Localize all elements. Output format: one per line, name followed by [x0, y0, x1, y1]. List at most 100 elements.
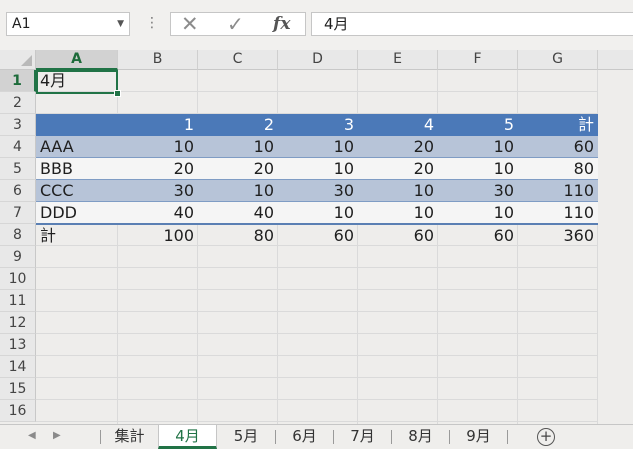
row-header-3[interactable]: 3 — [0, 114, 36, 136]
tab-july[interactable]: 7月 — [334, 425, 391, 449]
worksheet-grid[interactable]: A B C D E F G 1 2 3 4 5 6 7 8 9 10 11 12… — [0, 50, 633, 424]
tab-april[interactable]: 4月 — [158, 425, 217, 449]
cell-f3[interactable]: 5 — [438, 114, 518, 136]
row-header-2[interactable]: 2 — [0, 92, 36, 114]
column-header-b[interactable]: B — [118, 50, 198, 70]
cell-e3[interactable]: 4 — [358, 114, 438, 136]
gridline — [36, 311, 598, 312]
scroll-left-icon[interactable]: ◀ — [28, 429, 36, 443]
row-header-11[interactable]: 11 — [0, 290, 36, 312]
select-all-button[interactable] — [0, 50, 36, 70]
cell-f7[interactable]: 10 — [438, 202, 518, 224]
row-header-1[interactable]: 1 — [0, 70, 36, 92]
column-header-d[interactable]: D — [278, 50, 358, 70]
table-border — [36, 157, 598, 158]
cell-a8[interactable]: 計 — [36, 225, 118, 247]
row-header-12[interactable]: 12 — [0, 312, 36, 334]
sheet-tab-bar: ◀ ▶ 集計 4月 5月 6月 7月 8月 9月 + — [0, 424, 633, 449]
cell-g7[interactable]: 110 — [518, 202, 598, 224]
row-header-5[interactable]: 5 — [0, 158, 36, 180]
column-header-a[interactable]: A — [36, 50, 118, 70]
cell-a5[interactable]: BBB — [36, 158, 118, 180]
cell-g4[interactable]: 60 — [518, 136, 598, 158]
cell-b5[interactable]: 20 — [118, 158, 198, 180]
cell-b8[interactable]: 100 — [118, 225, 198, 247]
cell-f6[interactable]: 30 — [438, 180, 518, 202]
row-header-15[interactable]: 15 — [0, 378, 36, 400]
cell-c5[interactable]: 20 — [198, 158, 278, 180]
cell-b4[interactable]: 10 — [118, 136, 198, 158]
cell-d8[interactable]: 60 — [278, 225, 358, 247]
column-header-f[interactable]: F — [438, 50, 518, 70]
gridline — [36, 377, 598, 378]
tab-divider — [507, 430, 508, 444]
row-header-10[interactable]: 10 — [0, 268, 36, 290]
row-header-13[interactable]: 13 — [0, 334, 36, 356]
cell-g6[interactable]: 110 — [518, 180, 598, 202]
cell-g3[interactable]: 計 — [518, 114, 598, 136]
cell-a3[interactable] — [36, 114, 118, 136]
column-header-e[interactable]: E — [358, 50, 438, 70]
cell-c4[interactable]: 10 — [198, 136, 278, 158]
cell-a6[interactable]: CCC — [36, 180, 118, 202]
cell-e4[interactable]: 20 — [358, 136, 438, 158]
row-header-14[interactable]: 14 — [0, 356, 36, 378]
tab-september[interactable]: 9月 — [450, 425, 507, 449]
cancel-icon[interactable]: ✕ — [181, 13, 199, 35]
cell-f4[interactable]: 10 — [438, 136, 518, 158]
column-header-g[interactable]: G — [518, 50, 598, 70]
gridline — [36, 421, 598, 422]
cell-f5[interactable]: 10 — [438, 158, 518, 180]
formula-buttons: ✕ ✓ fx — [170, 12, 306, 36]
row-header-4[interactable]: 4 — [0, 136, 36, 158]
cell-d4[interactable]: 10 — [278, 136, 358, 158]
column-header-c[interactable]: C — [198, 50, 278, 70]
cell-d3[interactable]: 3 — [278, 114, 358, 136]
row-header-8[interactable]: 8 — [0, 224, 36, 246]
row-header-16[interactable]: 16 — [0, 400, 36, 422]
column-header-h[interactable] — [598, 50, 633, 70]
cell-g5[interactable]: 80 — [518, 158, 598, 180]
cell-b6[interactable]: 30 — [118, 180, 198, 202]
row-header-6[interactable]: 6 — [0, 180, 36, 202]
cell-a4[interactable]: AAA — [36, 136, 118, 158]
tab-june[interactable]: 6月 — [276, 425, 333, 449]
scroll-right-icon[interactable]: ▶ — [53, 429, 61, 443]
cell-c3[interactable]: 2 — [198, 114, 278, 136]
cell-c6[interactable]: 10 — [198, 180, 278, 202]
enter-icon[interactable]: ✓ — [227, 13, 244, 35]
formula-input[interactable]: 4月 — [311, 12, 633, 36]
fill-handle[interactable] — [114, 90, 121, 97]
more-options-icon[interactable]: ⋮ — [145, 14, 159, 32]
cell-d5[interactable]: 10 — [278, 158, 358, 180]
cell-a7[interactable]: DDD — [36, 202, 118, 224]
tab-summary[interactable]: 集計 — [101, 425, 158, 449]
cell-c7[interactable]: 40 — [198, 202, 278, 224]
cell-e5[interactable]: 20 — [358, 158, 438, 180]
cell-g8[interactable]: 360 — [518, 225, 598, 247]
table-border — [36, 201, 598, 202]
cell-b3[interactable]: 1 — [118, 114, 198, 136]
cell-f8[interactable]: 60 — [438, 225, 518, 247]
formula-bar: A1 ▼ ⋮ ✕ ✓ fx 4月 — [0, 0, 633, 50]
cell-e6[interactable]: 10 — [358, 180, 438, 202]
cell-d6[interactable]: 30 — [278, 180, 358, 202]
table-border — [36, 179, 598, 180]
cell-e7[interactable]: 10 — [358, 202, 438, 224]
insert-function-icon[interactable]: fx — [273, 13, 290, 35]
row-header-7[interactable]: 7 — [0, 202, 36, 224]
gridline — [36, 355, 598, 356]
tab-august[interactable]: 8月 — [392, 425, 449, 449]
cell-c8[interactable]: 80 — [198, 225, 278, 247]
cell-e8[interactable]: 60 — [358, 225, 438, 247]
gridline — [36, 399, 598, 400]
name-box[interactable]: A1 ▼ — [6, 12, 130, 36]
row-header-9[interactable]: 9 — [0, 246, 36, 268]
chevron-down-icon[interactable]: ▼ — [117, 13, 124, 35]
name-box-value: A1 — [12, 16, 31, 32]
cell-a1[interactable]: 4月 — [36, 70, 118, 92]
add-sheet-icon[interactable]: + — [537, 428, 555, 446]
cell-d7[interactable]: 10 — [278, 202, 358, 224]
cell-b7[interactable]: 40 — [118, 202, 198, 224]
tab-may[interactable]: 5月 — [217, 425, 275, 449]
